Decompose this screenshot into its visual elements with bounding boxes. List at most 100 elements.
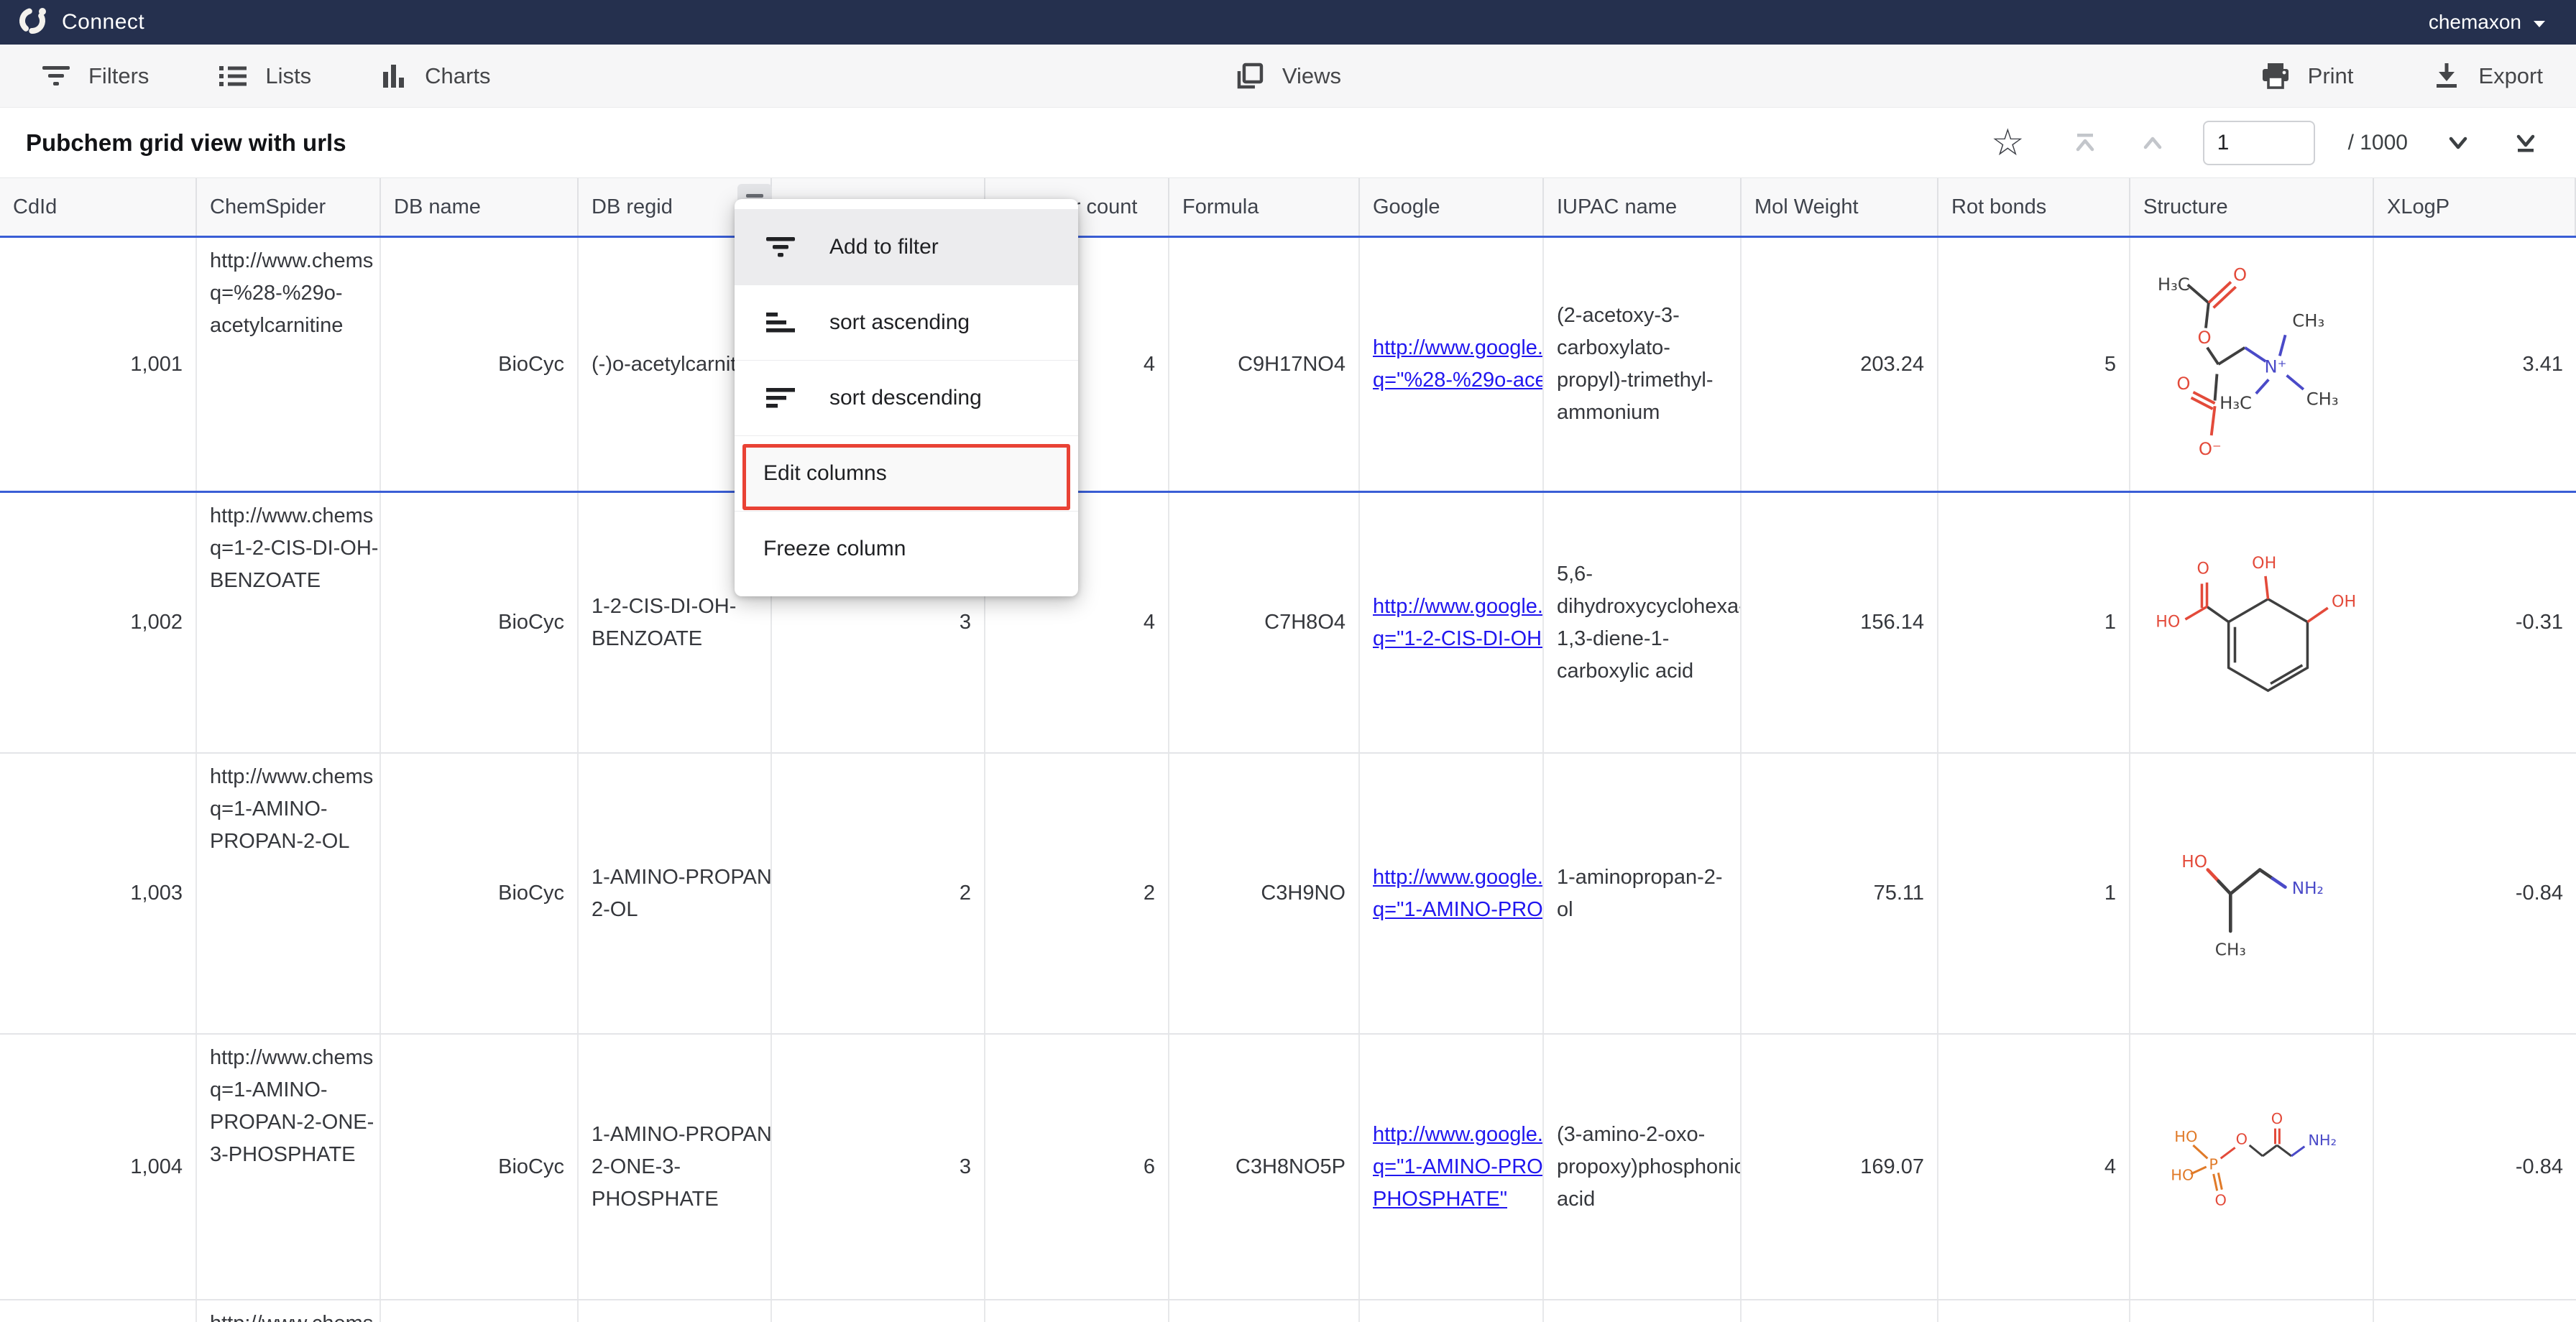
cell-cdid: 1,001: [0, 238, 197, 491]
table-row[interactable]: 1,002 http://www.chems q=1-2-CIS-DI-OH- …: [0, 493, 2576, 754]
cell-db-name: [381, 1300, 579, 1322]
cell-chemspider: http://www.chems q=1-AMINO- PROPAN-2-OL: [197, 754, 381, 1033]
lists-button[interactable]: Lists: [218, 63, 311, 89]
menu-item-sort-descending[interactable]: sort descending: [735, 360, 1078, 435]
cell-acceptor-count: 2: [985, 754, 1169, 1033]
column-header-cdid[interactable]: CdId: [0, 178, 197, 236]
previous-page-button[interactable]: [2135, 126, 2170, 160]
cell-rot-bonds: 4: [1938, 1035, 2130, 1299]
cell-acceptor-count: 6: [985, 1035, 1169, 1299]
column-header-rot-bonds[interactable]: Rot bonds: [1938, 178, 2130, 236]
google-link[interactable]: http://www.google.c q="1-AMINO-PROPA: [1373, 861, 1544, 926]
next-page-button[interactable]: [2441, 126, 2475, 160]
print-button[interactable]: Print: [2260, 62, 2354, 91]
last-page-button[interactable]: [2508, 126, 2543, 160]
cell-xlogp: [2374, 1300, 2576, 1322]
filter-icon: [41, 64, 71, 88]
menu-item-label: sort descending: [829, 386, 982, 410]
svg-text:P: P: [2209, 1155, 2218, 1173]
cell-structure: [2130, 1300, 2374, 1322]
svg-text:O: O: [2214, 1191, 2226, 1208]
structure-image: HO NH₂ CH₃: [2151, 800, 2352, 987]
svg-text:O: O: [2235, 1130, 2247, 1147]
filters-label: Filters: [88, 63, 149, 89]
cell-cdid: 1,002: [0, 493, 197, 752]
google-link[interactable]: http://www.google.c q="1-2-CIS-DI-OH-BE: [1373, 591, 1544, 655]
svg-text:O: O: [2232, 264, 2246, 285]
first-page-button[interactable]: [2068, 126, 2102, 160]
cell-rot-bonds: 5: [1938, 238, 2130, 491]
svg-text:O⁻: O⁻: [2198, 438, 2221, 459]
views-button[interactable]: Views: [1235, 61, 1341, 91]
svg-text:HO: HO: [2156, 613, 2180, 632]
column-header-mol-weight[interactable]: Mol Weight: [1742, 178, 1938, 236]
cell-structure: OH OH O HO: [2130, 493, 2374, 752]
table-row-partial[interactable]: http://www.chems: [0, 1300, 2576, 1322]
column-menu-grip-icon: [746, 194, 763, 198]
sort-ascending-icon: [763, 310, 804, 336]
column-header-iupac-name[interactable]: IUPAC name: [1544, 178, 1742, 236]
menu-item-sort-ascending[interactable]: sort ascending: [735, 285, 1078, 360]
column-header-google[interactable]: Google: [1360, 178, 1544, 236]
print-icon: [2260, 62, 2291, 91]
filters-button[interactable]: Filters: [41, 63, 149, 89]
menu-item-freeze-column[interactable]: Freeze column: [735, 511, 1078, 586]
menu-item-label: Edit columns: [763, 461, 887, 486]
svg-text:CH₃: CH₃: [2306, 388, 2338, 409]
charts-button[interactable]: Charts: [380, 63, 490, 89]
table-row[interactable]: 1,001 http://www.chems q=%28-%29o- acety…: [0, 238, 2576, 493]
table-row[interactable]: 1,004 http://www.chems q=1-AMINO- PROPAN…: [0, 1035, 2576, 1300]
cell-cdid: 1,004: [0, 1035, 197, 1299]
sort-descending-icon: [763, 385, 804, 411]
download-icon: [2432, 62, 2461, 91]
page-number-input[interactable]: [2203, 121, 2315, 165]
toolbar: Filters Lists Charts: [0, 45, 2576, 108]
toolbar-left-group: Filters Lists Charts: [41, 63, 490, 89]
svg-text:CH₃: CH₃: [2292, 310, 2324, 331]
cell-formula: [1169, 1300, 1360, 1322]
menu-item-edit-columns[interactable]: Edit columns: [735, 435, 1078, 511]
cell-mol-weight: 203.24: [1742, 238, 1938, 491]
svg-text:HO: HO: [2171, 1166, 2194, 1183]
export-label: Export: [2478, 63, 2543, 89]
page-total-label: / 1000: [2348, 131, 2408, 155]
column-header-xlogp[interactable]: XLogP: [2374, 178, 2576, 236]
export-button[interactable]: Export: [2432, 62, 2543, 91]
cell-chemspider: http://www.chems q=1-2-CIS-DI-OH- BENZOA…: [197, 493, 381, 752]
cell-donor-count: 2: [772, 754, 985, 1033]
cell-rot-bonds: 1: [1938, 754, 2130, 1033]
column-header-structure[interactable]: Structure: [2130, 178, 2374, 236]
chevron-down-icon: [2531, 11, 2547, 34]
cell-mol-weight: [1742, 1300, 1938, 1322]
views-icon: [1235, 61, 1265, 91]
menu-item-label: Add to filter: [829, 235, 939, 259]
charts-label: Charts: [425, 63, 490, 89]
bar-chart-icon: [380, 63, 408, 89]
cell-formula: C9H17NO4: [1169, 238, 1360, 491]
cell-db-name: BioCyc: [381, 493, 579, 752]
google-link[interactable]: http://www.google.c q="%28-%29o-acety: [1373, 332, 1544, 397]
column-header-db-name[interactable]: DB name: [381, 178, 579, 236]
column-header-chemspider[interactable]: ChemSpider: [197, 178, 381, 236]
cell-db-name: BioCyc: [381, 754, 579, 1033]
filter-icon: [763, 234, 804, 260]
svg-text:NH₂: NH₂: [2308, 1132, 2337, 1149]
data-grid: CdId ChemSpider DB name DB regid Donor c…: [0, 177, 2576, 1322]
cell-iupac-name: 1-aminopropan-2- ol: [1544, 754, 1742, 1033]
user-menu-button[interactable]: chemaxon: [2429, 11, 2547, 34]
table-row[interactable]: 1,003 http://www.chems q=1-AMINO- PROPAN…: [0, 754, 2576, 1035]
column-header-formula[interactable]: Formula: [1169, 178, 1360, 236]
toolbar-right-group: Print Export: [2260, 62, 2543, 91]
menu-item-add-to-filter[interactable]: Add to filter: [735, 209, 1078, 285]
svg-text:HO: HO: [2181, 851, 2207, 871]
list-icon: [218, 64, 248, 88]
google-link[interactable]: http://www.google.c q="1-AMINO-PROPA PHO…: [1373, 1119, 1544, 1216]
top-app-bar: Connect chemaxon: [0, 0, 2576, 45]
svg-text:NH₂: NH₂: [2291, 879, 2323, 898]
favorite-star-icon[interactable]: ☆: [1991, 124, 2025, 162]
svg-text:H₃C: H₃C: [2157, 274, 2189, 295]
svg-text:HO: HO: [2174, 1128, 2197, 1145]
cell-cdid: [0, 1300, 197, 1322]
cell-formula: C3H8NO5P: [1169, 1035, 1360, 1299]
cell-iupac-name: (2-acetoxy-3- carboxylato- propyl)-trime…: [1544, 238, 1742, 491]
